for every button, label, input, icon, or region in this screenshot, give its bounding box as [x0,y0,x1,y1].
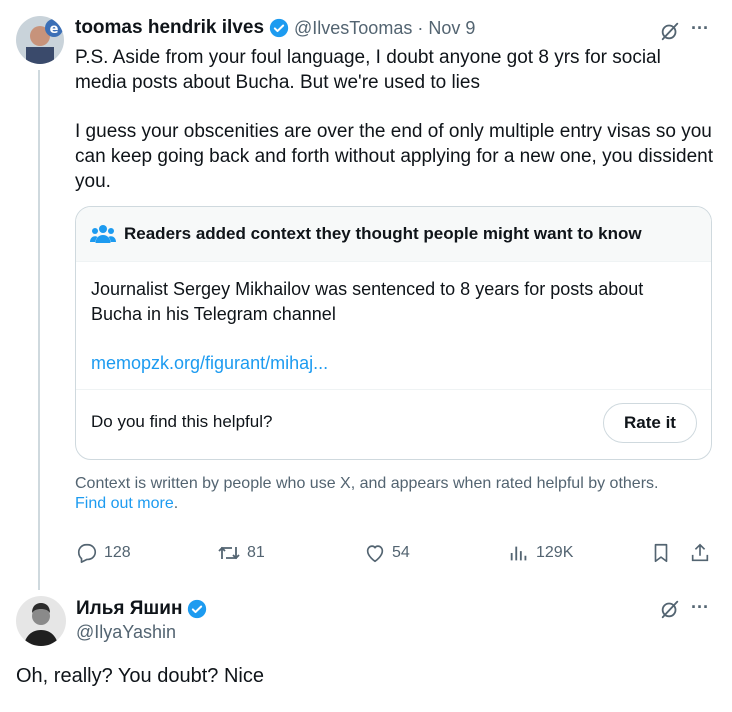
heart-icon [364,542,386,564]
views-count: 129K [536,544,574,561]
avatar[interactable]: e [16,16,64,64]
people-icon [90,221,116,245]
verified-badge-icon [269,18,289,38]
grok-icon[interactable] [658,597,682,621]
author-name[interactable]: toomas hendrik ilves [75,17,264,39]
reply-icon [76,542,98,564]
find-out-more-suffix: . [173,495,179,512]
reply-button[interactable]: 128 [76,542,131,564]
community-note-body: Journalist Sergey Mikhailov was sentence… [91,279,644,324]
tweet-text: Oh, really? You doubt? Nice [16,665,264,687]
like-count: 54 [392,544,410,561]
avatar[interactable] [16,596,66,646]
community-note-title: Readers added context they thought peopl… [124,224,642,243]
author-name[interactable]: Илья Яшин [76,598,182,620]
community-note-header: Readers added context they thought peopl… [76,207,711,262]
share-icon[interactable] [689,542,711,564]
repost-button[interactable]: 81 [217,542,265,564]
author-handle[interactable]: @IlyaYashin [76,622,176,643]
views-button[interactable]: 129K [508,542,573,564]
repost-count: 81 [247,544,265,561]
thread-line [38,70,40,590]
tweet-date[interactable]: Nov 9 [428,18,475,39]
bookmark-icon[interactable] [650,542,672,564]
tweet-text-para1: P.S. Aside from your foul language, I do… [75,47,661,93]
rate-it-button[interactable]: Rate it [603,403,697,443]
verified-badge-icon [187,599,207,619]
community-note: Readers added context they thought peopl… [75,206,712,460]
author-handle[interactable]: @IlvesToomas [294,18,412,39]
grok-icon[interactable] [658,19,682,43]
more-options-icon[interactable]: ··· [691,18,709,39]
tweet-text-para2: I guess your obscenities are over the en… [75,121,713,192]
context-disclaimer-text: Context is written by people who use X, … [75,475,659,492]
community-note-link[interactable]: memopzk.org/figurant/mihaj... [91,353,328,374]
more-options-icon[interactable]: ··· [691,597,709,618]
tweet-header: Илья Яшин [76,598,207,620]
separator-dot: · [417,17,424,38]
views-icon [508,542,530,564]
reply-count: 128 [104,544,131,561]
context-disclaimer: Context is written by people who use X, … [75,474,715,514]
like-button[interactable]: 54 [364,542,410,564]
svg-text:e: e [50,22,59,37]
find-out-more-link[interactable]: Find out more [75,495,174,512]
helpful-question: Do you find this helpful? [91,412,273,431]
tweet-header: toomas hendrik ilves @IlvesToomas · Nov … [75,17,475,39]
divider [76,389,711,390]
repost-icon [217,542,241,564]
